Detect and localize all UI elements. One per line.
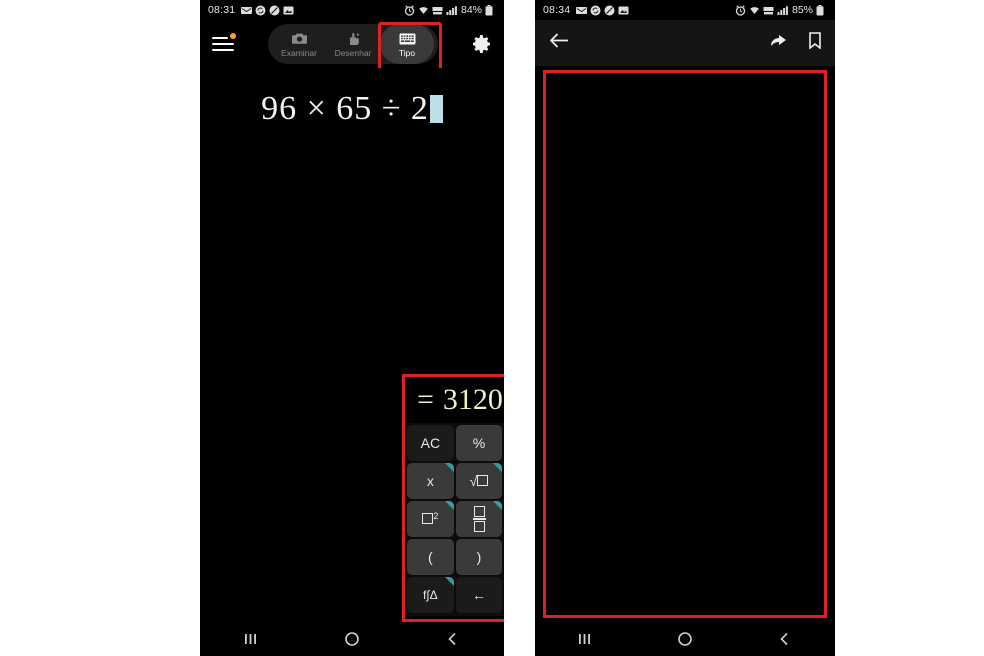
recents-icon[interactable] — [563, 622, 607, 656]
keypad-row: f∫Δ ← → ↵ ⌫ ➤ — [407, 577, 504, 613]
keypad-row: ( ) 0 . = + — [407, 539, 504, 575]
sync-icon — [590, 5, 601, 16]
sqrt-glyph: √ — [470, 473, 489, 489]
long-press-badge-icon — [444, 577, 454, 586]
battery-icon — [816, 4, 827, 16]
battery-percent: 85% — [791, 4, 813, 16]
signal-icon — [777, 5, 788, 16]
key-variable-x[interactable]: x — [407, 463, 454, 499]
home-icon[interactable] — [663, 622, 707, 656]
gear-icon[interactable] — [472, 34, 492, 54]
alarm-icon — [735, 4, 746, 16]
camera-icon — [291, 31, 307, 47]
key-fraction[interactable] — [455, 501, 503, 537]
hamburger-menu-icon[interactable] — [212, 33, 236, 52]
vowifi-icon — [763, 5, 774, 16]
left-app-bar: Examinar Desenhar Tipo — [200, 20, 504, 74]
result-value: 3120 — [442, 383, 503, 416]
highlight-box-tipo — [378, 22, 442, 74]
home-icon[interactable] — [330, 622, 374, 656]
long-press-badge-icon — [444, 501, 454, 510]
result-row: = 3120 — [405, 377, 504, 423]
status-time: 08:34 — [543, 4, 571, 16]
battery-icon — [485, 4, 496, 16]
mms-icon — [576, 5, 588, 16]
image-icon — [618, 5, 629, 16]
dnd-icon — [604, 5, 615, 16]
back-icon[interactable] — [431, 622, 475, 656]
key-label: x — [426, 473, 434, 489]
long-press-badge-icon — [493, 501, 503, 510]
long-press-badge-icon — [444, 463, 454, 472]
left-phone-screenshot: 08:31 84% Examinar Desenhar Tipo 96 × 65… — [200, 0, 504, 656]
bookmark-icon[interactable] — [809, 32, 821, 54]
keypad-row: AC % 7 8 9 ÷ — [407, 425, 504, 461]
alarm-icon — [404, 4, 415, 16]
notification-dot — [230, 33, 236, 39]
keypad-row: x √ 4 5 6 × — [407, 463, 504, 499]
right-top-bar — [535, 20, 835, 66]
calculator-keypad: AC % 7 8 9 ÷ x √ 4 5 6 × 2 1 2 — [405, 423, 504, 616]
tab-examinar[interactable]: Examinar — [272, 24, 326, 64]
status-time: 08:31 — [208, 4, 236, 16]
key-ac[interactable]: AC — [407, 425, 454, 461]
expression-display-area[interactable]: 96 × 65 ÷ 2 — [200, 68, 504, 336]
battery-percent: 84% — [460, 4, 482, 16]
vowifi-icon — [432, 5, 443, 16]
mms-icon — [241, 5, 253, 16]
status-bar-right: 08:34 85% — [535, 0, 835, 20]
fraction-glyph — [472, 505, 486, 533]
key-label: f∫Δ — [423, 588, 438, 602]
wifi-icon — [749, 5, 760, 16]
sync-icon — [255, 5, 266, 16]
android-nav-bar-left — [200, 622, 504, 656]
status-bar-left: 08:31 84% — [200, 0, 504, 20]
key-square-root[interactable]: √ — [455, 463, 503, 499]
recents-icon[interactable] — [229, 622, 273, 656]
tab-desenhar[interactable]: Desenhar — [326, 24, 380, 64]
draw-hand-icon — [346, 31, 361, 47]
tab-examinar-label: Examinar — [281, 47, 317, 58]
keypad-row: 2 1 2 3 − — [407, 501, 504, 537]
wifi-icon — [418, 5, 429, 16]
back-icon[interactable] — [763, 622, 807, 656]
expression-text: 96 × 65 ÷ 2 — [200, 90, 504, 128]
right-phone-screenshot: 08:34 85% 96 × 65 — [535, 0, 835, 656]
key-functions[interactable]: f∫Δ — [407, 577, 454, 613]
tab-desenhar-label: Desenhar — [334, 47, 372, 58]
key-power[interactable]: 2 — [407, 501, 454, 537]
dnd-icon — [269, 5, 280, 16]
android-nav-bar-right — [535, 622, 835, 656]
long-press-badge-icon — [493, 463, 503, 472]
signal-icon — [446, 5, 457, 16]
key-cursor-left[interactable]: ← — [455, 577, 503, 613]
key-percent[interactable]: % — [455, 425, 503, 461]
power-glyph: 2 — [422, 511, 438, 528]
back-arrow-icon[interactable] — [549, 32, 569, 54]
input-mode-tabs: Examinar Desenhar Tipo — [268, 22, 442, 74]
expression-value: 96 × 65 ÷ 2 — [261, 90, 429, 127]
key-open-paren[interactable]: ( — [407, 539, 454, 575]
image-icon — [283, 5, 294, 16]
equals-sign: = — [417, 383, 434, 416]
share-icon[interactable] — [770, 32, 787, 54]
text-cursor — [429, 95, 443, 123]
key-close-paren[interactable]: ) — [455, 539, 503, 575]
highlight-box-keypad: = 3120 AC % 7 8 9 ÷ x √ 4 5 6 × — [402, 374, 504, 622]
